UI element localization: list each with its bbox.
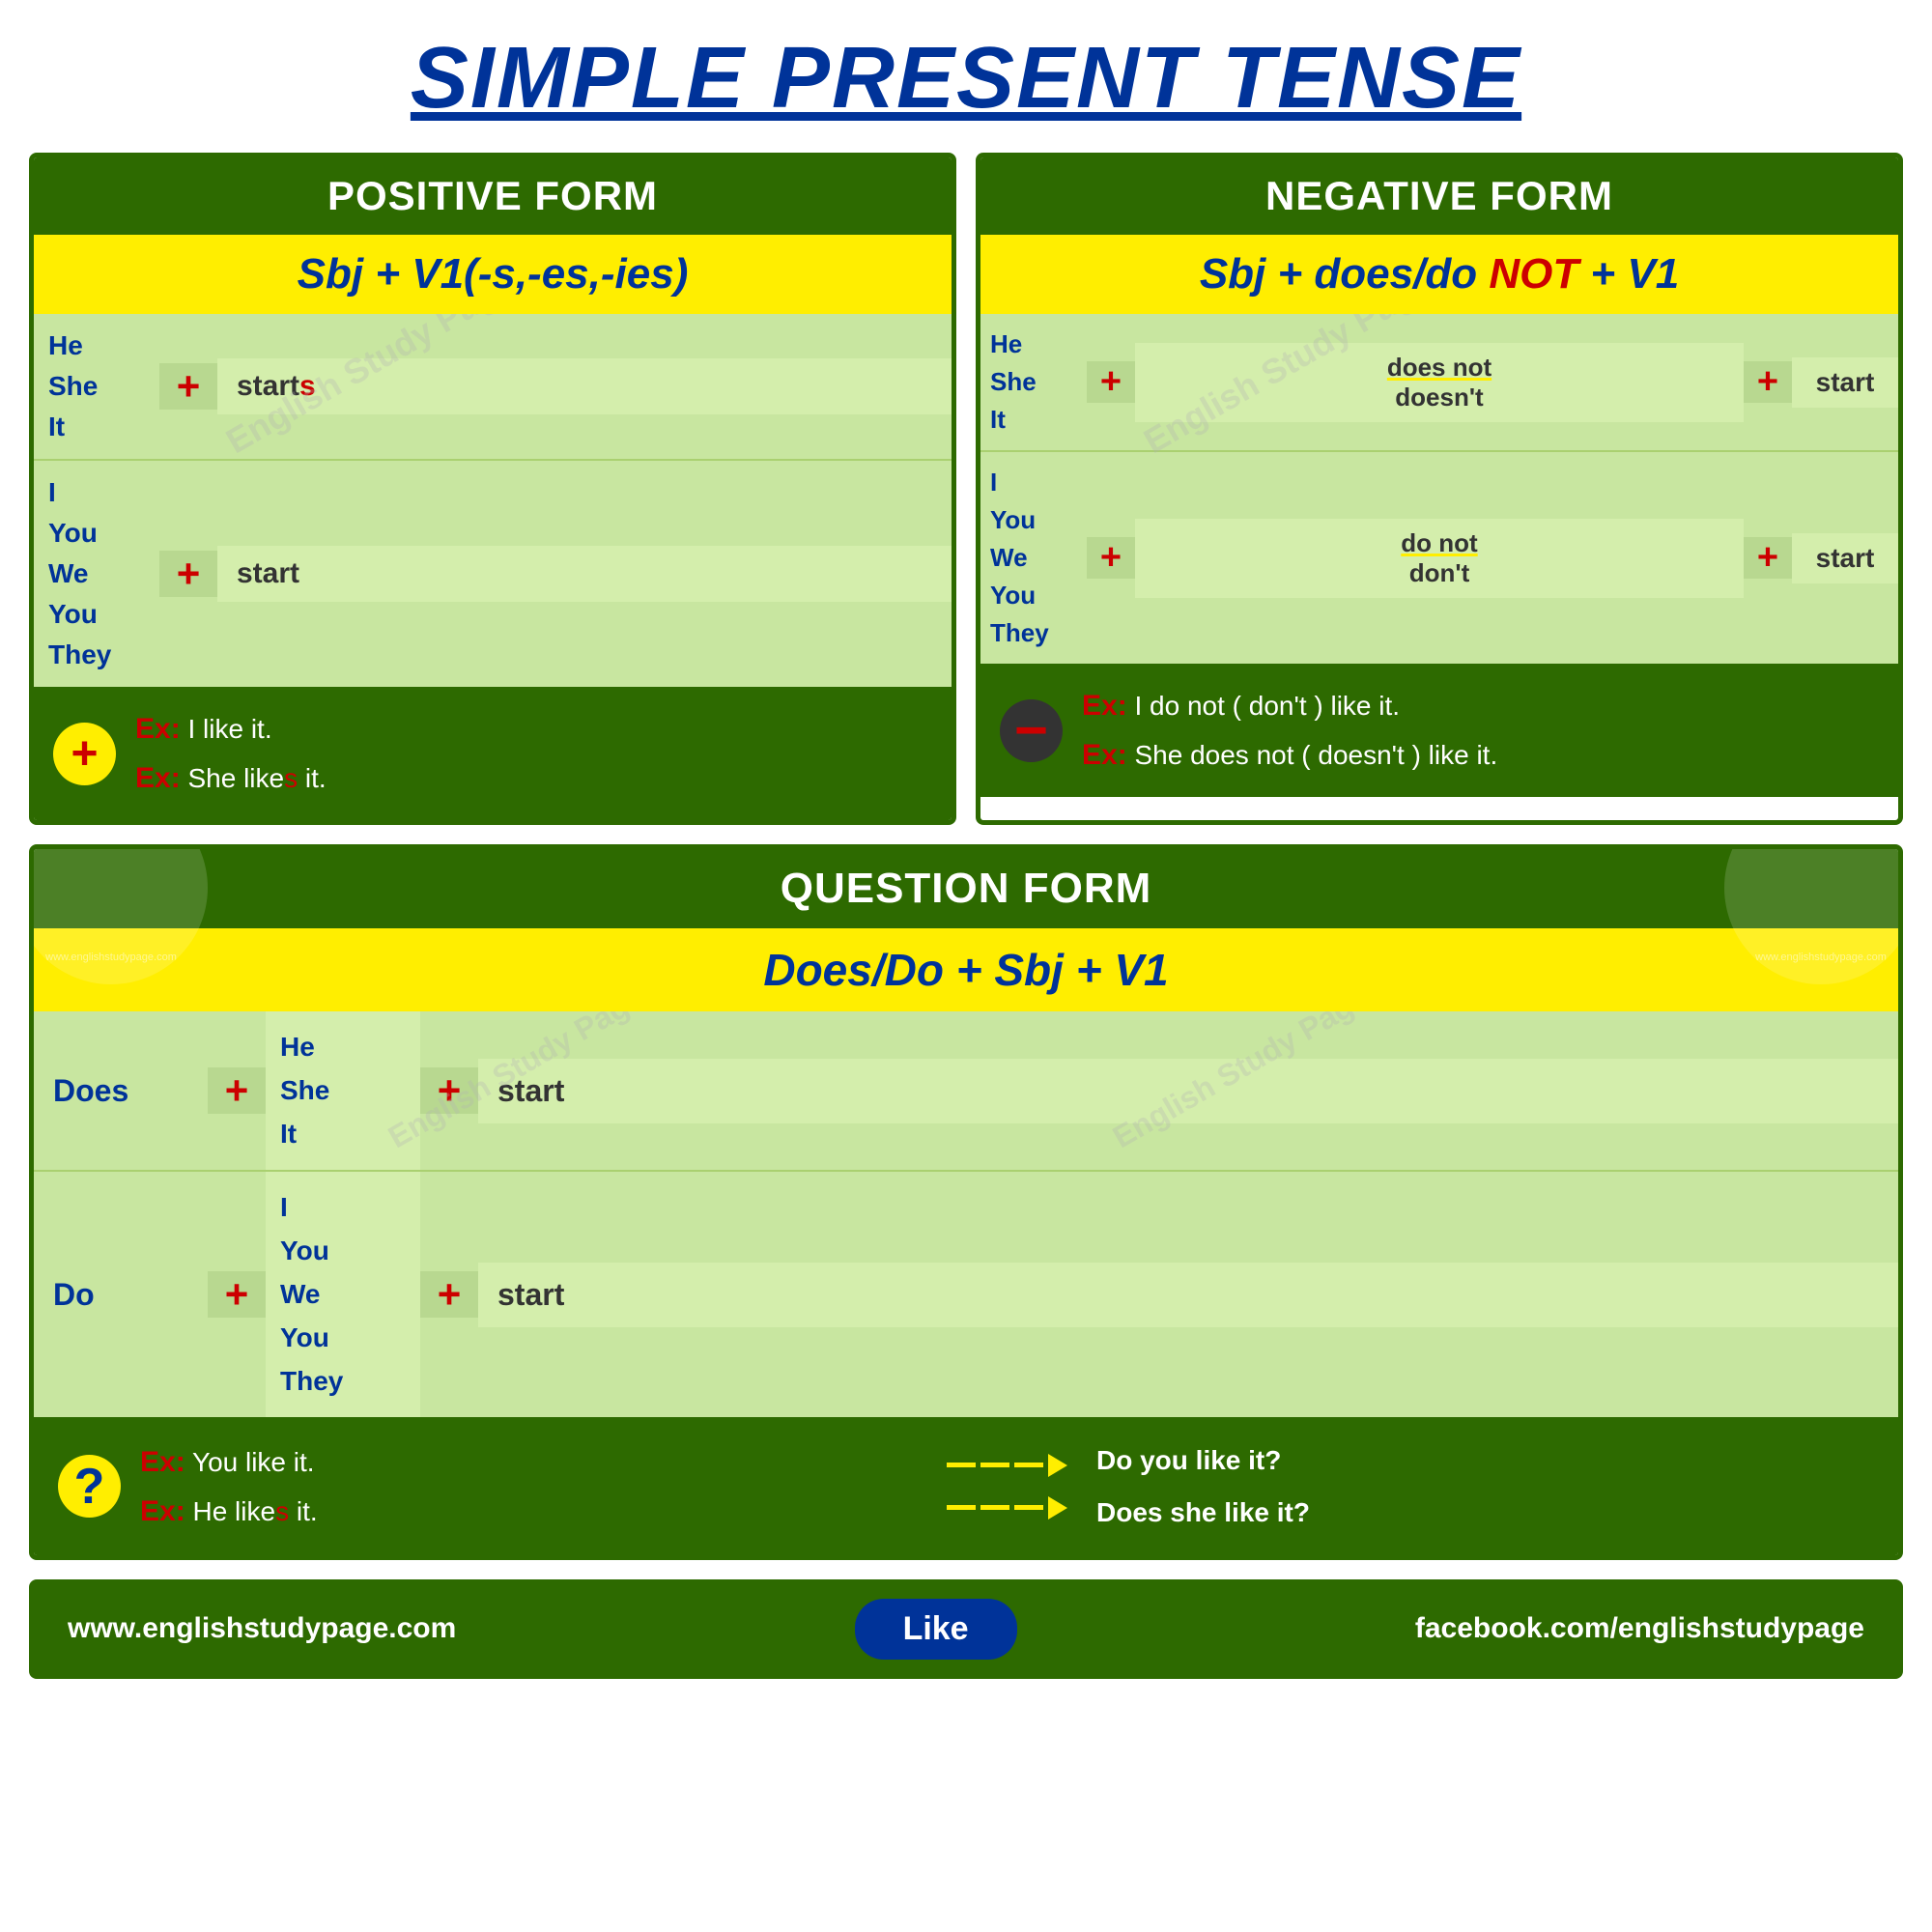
question-badge: ? [58,1455,121,1518]
table-row: IYouWeYouThey + start [34,461,952,687]
positive-section: POSITIVE FORM Sbj + V1(-s,-es,-ies) Engl… [29,153,956,825]
verb-cell: starts [217,358,952,414]
table-row: HeSheIt + starts [34,314,952,461]
question-row: Do + IYouWeYouThey + start [34,1172,1898,1417]
question-table: English Study Page English Study Page Do… [34,1011,1898,1417]
plus-badge: + [53,723,116,785]
subject-cell: IYouWeYouThey [34,461,159,687]
neg-subject-cell: IYouWeYouThey [980,452,1087,664]
example-text: Ex: I like it. Ex: She likes it. [135,704,327,803]
neg-verb-cell: start [1792,533,1898,583]
neg-aux-cell: does not doesn't [1135,343,1744,422]
neg-aux-cell: do not don't [1135,519,1744,598]
page-title: SIMPLE PRESENT TENSE [29,29,1903,128]
minus-badge: − [1000,699,1063,762]
footer: www.englishstudypage.com Like facebook.c… [29,1579,1903,1679]
like-button[interactable]: Like [855,1599,1017,1660]
q-plus-cell: + [208,1271,266,1318]
question-header: QUESTION FORM [781,865,1152,913]
footer-right: facebook.com/englishstudypage [1415,1612,1864,1645]
q-verb-cell: start [478,1059,1898,1123]
q-ex-right: Do you like it? Does she like it? [1096,1435,1874,1537]
question-formula: Does/Do + Sbj + V1 [34,928,1898,1011]
q-aux-cell: Do [34,1258,208,1332]
neg-plus2-cell: + [1744,537,1792,579]
neg-plus-cell: + [1087,537,1135,579]
positive-example-bar: + Ex: I like it. Ex: She likes it. [34,687,952,820]
neg-plus2-cell: + [1744,361,1792,403]
q-subject-cell: IYouWeYouThey [266,1172,420,1417]
verb-cell: start [217,546,952,602]
q-example-content: Ex: You like it. Ex: He likes it. [140,1435,1874,1537]
plus-cell: + [159,363,217,410]
q-plus-cell: + [208,1067,266,1114]
table-row: HeSheIt + does not doesn't + start [980,314,1898,452]
q-ex-left: Ex: You like it. Ex: He likes it. [140,1437,918,1536]
negative-example-bar: − Ex: I do not ( don't ) like it. Ex: Sh… [980,664,1898,797]
neg-plus-cell: + [1087,361,1135,403]
q-plus2-cell: + [420,1271,478,1318]
negative-table: English Study Page HeSheIt + does not do… [980,314,1898,664]
top-row: POSITIVE FORM Sbj + V1(-s,-es,-ies) Engl… [29,153,1903,825]
neg-subject-cell: HeSheIt [980,314,1087,450]
negative-header: NEGATIVE FORM [980,157,1898,235]
question-header-area: www.englishstudypage.com www.englishstud… [34,849,1898,928]
table-row: IYouWeYouThey + do not don't + start [980,452,1898,664]
negative-section: NEGATIVE FORM Sbj + does/do NOT + V1 Eng… [976,153,1903,825]
neg-verb-cell: start [1792,357,1898,408]
q-verb-cell: start [478,1263,1898,1327]
positive-formula: Sbj + V1(-s,-es,-ies) [34,235,952,314]
negative-formula: Sbj + does/do NOT + V1 [980,235,1898,314]
q-arrows [918,1454,1096,1520]
plus-cell: + [159,551,217,597]
neg-example-text: Ex: I do not ( don't ) like it. Ex: She … [1082,681,1497,780]
positive-header: POSITIVE FORM [34,157,952,235]
footer-left: www.englishstudypage.com [68,1612,456,1645]
question-row: Does + HeSheIt + start [34,1011,1898,1172]
main-container: SIMPLE PRESENT TENSE POSITIVE FORM Sbj +… [0,0,1932,1932]
subject-cell: HeSheIt [34,314,159,459]
q-plus2-cell: + [420,1067,478,1114]
positive-table: English Study Page HeSheIt + starts IYou… [34,314,952,687]
q-aux-cell: Does [34,1054,208,1128]
question-example-bar: ? Ex: You like it. Ex: He likes it. [34,1417,1898,1554]
q-subject-cell: HeSheIt [266,1011,420,1170]
question-section: www.englishstudypage.com www.englishstud… [29,844,1903,1560]
